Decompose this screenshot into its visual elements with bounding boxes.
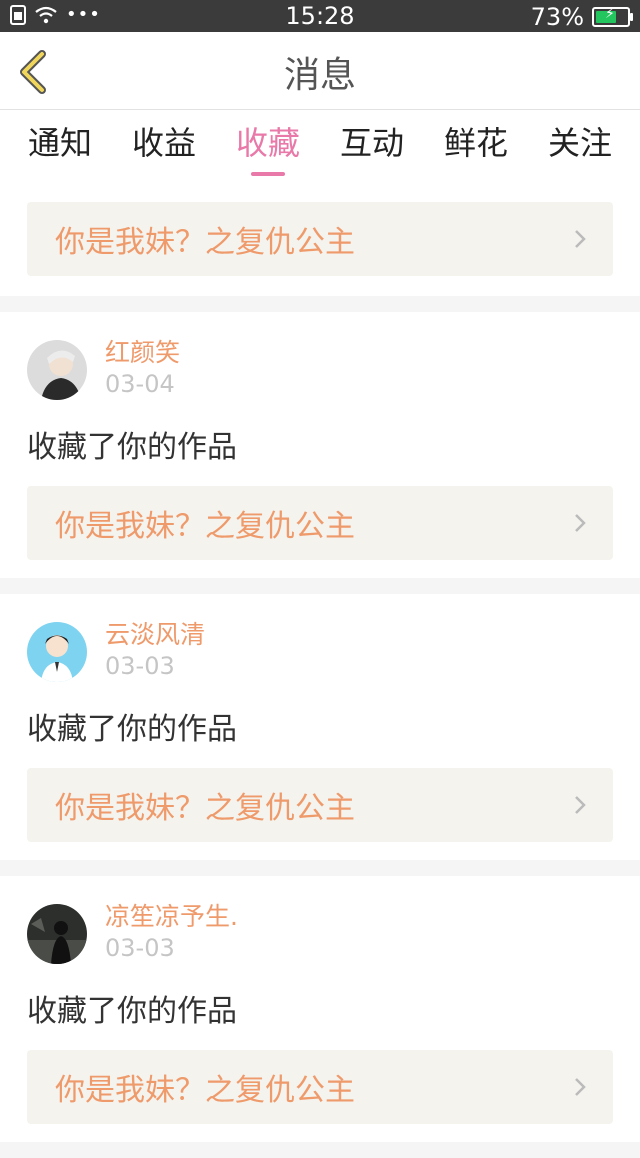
status-bar: ••• 15:28 73% ⚡: [0, 0, 640, 32]
username[interactable]: 红颜笑: [105, 337, 180, 369]
message-date: 03-03: [105, 934, 175, 962]
battery-icon: ⚡: [592, 6, 633, 27]
top-work-card: 你是我妹？之复仇公主: [0, 182, 640, 296]
work-title: 你是我妹？之复仇公主: [55, 1073, 355, 1108]
tab-label: 鲜花: [443, 124, 508, 162]
username[interactable]: 凉笙凉予生.: [105, 901, 238, 933]
divider: [0, 296, 640, 312]
tab-label: 互动: [339, 124, 404, 162]
divider: [0, 1142, 640, 1158]
divider: [0, 860, 640, 876]
avatar[interactable]: [27, 340, 87, 400]
avatar[interactable]: [27, 622, 87, 682]
work-link[interactable]: 你是我妹？之复仇公主: [27, 486, 613, 560]
tab-bar: 通知 收益 收藏 互动 鲜花 关注: [0, 110, 640, 182]
username[interactable]: 云淡风清: [105, 619, 205, 651]
tab-flowers[interactable]: 鲜花: [444, 110, 508, 178]
favorite-message-item: 云淡风清 03-03 收藏了你的作品 你是我妹？之复仇公主: [0, 594, 640, 860]
page-title: 消息: [283, 55, 356, 96]
tab-label: 收藏: [235, 124, 300, 162]
tab-label: 通知: [27, 124, 92, 162]
work-title: 你是我妹？之复仇公主: [55, 791, 355, 826]
favorite-message-item: 凉笙凉予生. 03-03 收藏了你的作品 你是我妹？之复仇公主: [0, 876, 640, 1142]
active-tab-indicator: [250, 172, 285, 176]
work-title: 你是我妹？之复仇公主: [55, 509, 355, 544]
tab-follows[interactable]: 关注: [548, 110, 612, 178]
work-link[interactable]: 你是我妹？之复仇公主: [27, 768, 613, 842]
tab-label: 关注: [547, 124, 612, 162]
work-title: 你是我妹？之复仇公主: [55, 225, 355, 260]
chevron-right-icon: [575, 796, 586, 814]
action-text: 收藏了你的作品: [27, 712, 237, 747]
tab-favorites[interactable]: 收藏: [236, 110, 300, 178]
work-link[interactable]: 你是我妹？之复仇公主: [27, 1050, 613, 1124]
chevron-right-icon: [575, 1078, 586, 1096]
action-text: 收藏了你的作品: [27, 430, 237, 465]
avatar[interactable]: [27, 904, 87, 964]
favorite-message-item: 红颜笑 03-04 收藏了你的作品 你是我妹？之复仇公主: [0, 312, 640, 578]
message-date: 03-04: [105, 370, 175, 398]
tab-label: 收益: [131, 124, 196, 162]
chevron-right-icon: [575, 514, 586, 532]
tab-interactions[interactable]: 互动: [340, 110, 404, 178]
divider: [0, 578, 640, 594]
tab-notifications[interactable]: 通知: [28, 110, 92, 178]
work-link[interactable]: 你是我妹？之复仇公主: [27, 202, 613, 276]
battery-percent: 73%: [530, 3, 584, 31]
action-text: 收藏了你的作品: [27, 994, 237, 1029]
header: 消息: [0, 32, 640, 110]
message-date: 03-03: [105, 652, 175, 680]
tab-earnings[interactable]: 收益: [132, 110, 196, 178]
chevron-right-icon: [575, 230, 586, 248]
